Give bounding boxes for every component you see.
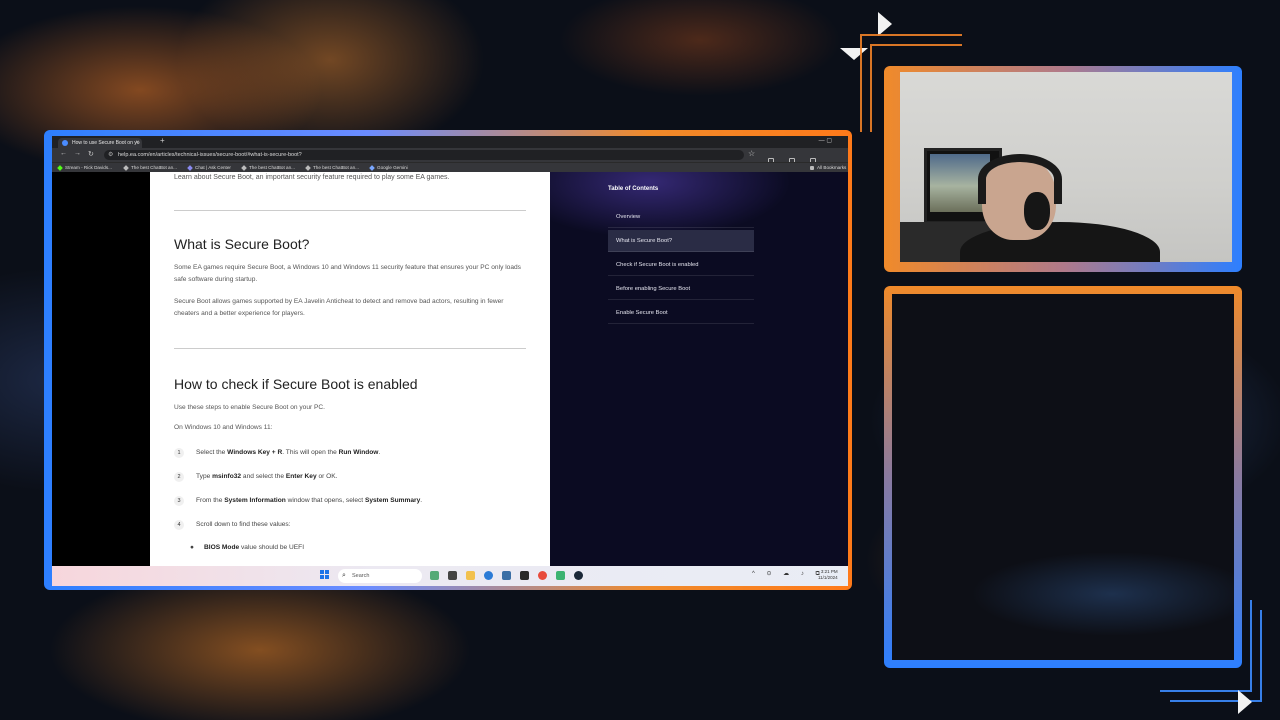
- edge-icon[interactable]: [484, 571, 493, 580]
- forward-arrow-icon[interactable]: →: [74, 150, 81, 157]
- table-of-contents: Table of Contents Overview What is Secur…: [550, 172, 848, 566]
- task-view-icon[interactable]: [448, 571, 457, 580]
- bullet-item: ● BIOS Mode value should be UEFI: [190, 544, 305, 551]
- ea-favicon-icon: [62, 140, 68, 146]
- toc-item-check-secure-boot[interactable]: Check if Secure Boot is enabled: [608, 254, 754, 276]
- toc-item-what-is-secure-boot[interactable]: What is Secure Boot?: [608, 230, 754, 252]
- back-arrow-icon[interactable]: ←: [60, 150, 67, 157]
- chatbot-icon: [123, 164, 129, 171]
- decorative-arrow-icon: [1238, 690, 1252, 714]
- article-intro: Learn about Secure Boot, an important se…: [174, 174, 450, 181]
- toc-item-before-enabling[interactable]: Before enabling Secure Boot: [608, 278, 754, 300]
- decorative-arrow-icon: [878, 12, 892, 36]
- list-item: 2 Type msinfo32 and select the Enter Key …: [174, 472, 338, 482]
- paragraph: Secure Boot allows games supported by EA…: [174, 298, 504, 317]
- kick-icon: [57, 164, 63, 171]
- headset-icon: [978, 154, 1062, 204]
- url-text: help.ea.com/en/articles/technical-issues…: [118, 152, 302, 158]
- browser-tab[interactable]: How to use Secure Boot on yo ×: [58, 138, 142, 148]
- toc-title: Table of Contents: [608, 186, 659, 192]
- system-tray-icons[interactable]: ^ ⊙ ☁ ♪ ⧉: [752, 570, 825, 578]
- gemini-icon: [369, 164, 375, 171]
- address-bar-row: ← → ↻ ⚙ help.ea.com/en/articles/technica…: [52, 148, 848, 182]
- app-icon[interactable]: [556, 571, 565, 580]
- list-item: 4 Scroll down to find these values:: [174, 520, 291, 530]
- list-item: 3 From the System Information window that…: [174, 496, 422, 506]
- chrome-icon[interactable]: [538, 571, 547, 580]
- windows-start-icon[interactable]: [320, 570, 330, 580]
- new-tab-button[interactable]: +: [160, 136, 165, 145]
- app-icon[interactable]: [520, 571, 529, 580]
- section-title: How to check if Secure Boot is enabled: [174, 376, 418, 392]
- window-controls-icon[interactable]: — ▢: [819, 137, 832, 144]
- overlay-panel: [892, 294, 1234, 660]
- chat-icon: [187, 164, 193, 171]
- divider: [174, 348, 526, 349]
- tab-title: How to use Secure Boot on yo: [72, 140, 140, 146]
- url-field[interactable]: ⚙ help.ea.com/en/articles/technical-issu…: [104, 150, 744, 160]
- taskbar-clock[interactable]: 3:21 PM 11/1/2024: [818, 569, 838, 581]
- store-icon[interactable]: [502, 571, 511, 580]
- steam-icon[interactable]: [574, 571, 583, 580]
- toc-item-overview[interactable]: Overview: [608, 206, 754, 228]
- paragraph: Some EA games require Secure Boot, a Win…: [174, 264, 521, 283]
- search-icon: ⌕: [342, 572, 346, 579]
- chatbot-icon: [241, 164, 247, 171]
- bookmark-star-icon[interactable]: ☆: [748, 149, 755, 158]
- paragraph: On Windows 10 and Windows 11:: [174, 424, 273, 431]
- taskbar-search-input[interactable]: ⌕ Search: [338, 569, 422, 583]
- file-explorer-icon[interactable]: [466, 571, 475, 580]
- widgets-icon[interactable]: [430, 571, 439, 580]
- browser-window: How to use Secure Boot on yo × + — ▢ ← →…: [52, 136, 848, 586]
- paragraph: Use these steps to enable Secure Boot on…: [174, 404, 326, 411]
- site-info-icon[interactable]: ⚙: [108, 150, 113, 160]
- folder-icon: [810, 165, 814, 170]
- list-item: 1 Select the Windows Key + R. This will o…: [174, 448, 380, 458]
- webcam-feed: [900, 72, 1232, 262]
- page-viewport: Learn about Secure Boot, an important se…: [52, 172, 848, 566]
- section-title: What is Secure Boot?: [174, 236, 310, 252]
- article-content: Learn about Secure Boot, an important se…: [150, 172, 550, 566]
- divider: [174, 210, 526, 211]
- headset-earcup: [1024, 192, 1050, 230]
- chatbot-icon: [305, 164, 311, 171]
- tab-bar: How to use Secure Boot on yo × + — ▢: [52, 136, 848, 148]
- toc-item-enable-secure-boot[interactable]: Enable Secure Boot: [608, 302, 754, 324]
- windows-taskbar: ⌕ Search ^ ⊙ ☁ ♪ ⧉ 3:21 PM 11/1/2024: [52, 566, 848, 586]
- close-tab-icon[interactable]: ×: [135, 138, 139, 148]
- reload-icon[interactable]: ↻: [88, 150, 94, 158]
